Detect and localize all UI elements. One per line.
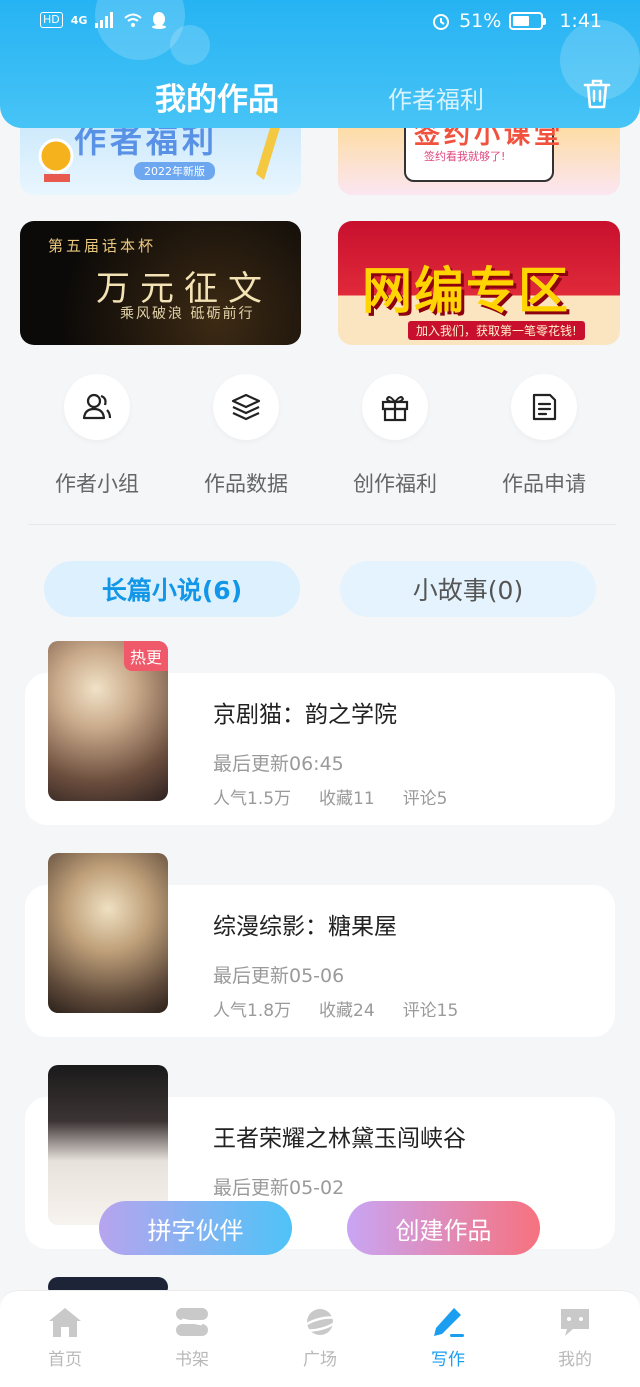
- banner-pretitle: 第五届话本杯: [48, 237, 157, 255]
- book-stats: 人气1.5万 收藏11 评论5: [213, 784, 448, 809]
- book-title: 王者荣耀之林黛玉闯峡谷: [213, 1126, 466, 1152]
- book-favorites: 收藏24: [319, 1001, 375, 1021]
- shortcut-label: 作者小组: [55, 472, 139, 496]
- shortcut-work-data[interactable]: 作品数据: [171, 370, 321, 498]
- tab-my-works[interactable]: 我的作品: [155, 74, 279, 119]
- banner-subtitle: 乘风破浪 砥砺前行: [120, 306, 255, 322]
- book-popularity: 人气1.5万: [213, 789, 292, 809]
- hd-badge: HD: [40, 12, 63, 28]
- shortcut-creation-benefits[interactable]: 创作福利: [320, 370, 470, 498]
- planet-icon: [302, 1309, 338, 1335]
- book-comments: 评论15: [402, 1001, 459, 1021]
- tab-mine[interactable]: 我的: [535, 1305, 615, 1370]
- tab-label: 我的: [558, 1350, 592, 1370]
- tab-label: 写作: [431, 1350, 465, 1370]
- layers-icon: [231, 393, 261, 421]
- book-updated: 最后更新06:45: [213, 753, 344, 775]
- clock: 1:41: [559, 10, 602, 32]
- alarm-clock-icon: [38, 138, 74, 182]
- tab-writing[interactable]: 写作: [408, 1305, 488, 1370]
- banner-subtitle: 加入我们，获取第一笔零花钱!: [408, 321, 585, 340]
- book-updated: 最后更新05-06: [213, 965, 345, 987]
- bottom-tab-bar: 首页 书架 广场 写作 我的: [0, 1290, 640, 1387]
- book-title: 京剧猫：韵之学院: [213, 702, 397, 728]
- book-updated: 最后更新05-02: [213, 1177, 345, 1199]
- writing-partner-button[interactable]: 拼字伙伴: [99, 1201, 292, 1255]
- tab-label: 首页: [48, 1350, 82, 1370]
- book-cover[interactable]: 热更: [48, 641, 168, 801]
- book-title: 综漫综影：糖果屋: [213, 914, 397, 940]
- tab-label: 书架: [175, 1350, 209, 1370]
- banner-editor-zone[interactable]: 网编专区 加入我们，获取第一笔零花钱!: [338, 221, 620, 345]
- battery-icon: [509, 12, 547, 30]
- book-favorites: 收藏11: [319, 789, 375, 809]
- shortcut-label: 创作福利: [353, 472, 437, 496]
- tab-author-benefits[interactable]: 作者福利: [388, 80, 484, 115]
- banner-essay-contest[interactable]: 第五届话本杯 万元征文 乘风破浪 砥砺前行: [20, 221, 301, 345]
- shortcut-label: 作品数据: [204, 472, 288, 496]
- wifi-icon: [124, 13, 143, 27]
- top-header: HD 4G 51% 1:41 我的作品 作者福利: [0, 0, 640, 128]
- banner-title: 网编专区: [362, 262, 570, 320]
- tab-plaza[interactable]: 广场: [280, 1305, 360, 1370]
- book-stats: 人气1.8万 收藏24 评论15: [213, 996, 458, 1021]
- status-bar: HD 4G 51% 1:41: [0, 0, 640, 44]
- bookshelf-icon: [176, 1308, 208, 1336]
- book-popularity: 人气1.8万: [213, 1001, 292, 1021]
- document-icon: [532, 393, 557, 421]
- home-icon: [49, 1308, 81, 1337]
- banner-subtitle: 2022年新版: [134, 162, 215, 180]
- create-work-button[interactable]: 创建作品: [347, 1201, 540, 1255]
- shortcut-row: 作者小组 作品数据 创作福利 作品申请: [20, 370, 620, 500]
- chat-icon: [561, 1309, 589, 1336]
- category-short-story[interactable]: 小故事(0): [340, 561, 596, 617]
- network-label: 4G: [70, 13, 88, 27]
- signal-icon: [95, 12, 114, 28]
- shortcut-label: 作品申请: [502, 472, 586, 496]
- shortcut-work-application[interactable]: 作品申请: [469, 370, 619, 498]
- alarm-icon: [433, 14, 450, 30]
- shortcut-author-group[interactable]: 作者小组: [22, 370, 172, 498]
- gift-icon: [381, 396, 409, 422]
- book-comments: 评论5: [402, 789, 448, 809]
- battery-percent: 51%: [459, 10, 502, 32]
- banner-subtitle: 签约看我就够了!: [424, 150, 506, 163]
- trash-icon[interactable]: [582, 78, 612, 110]
- hot-badge: 热更: [123, 641, 168, 671]
- divider: [28, 524, 616, 525]
- pen-icon: [434, 1308, 464, 1337]
- category-long-novel[interactable]: 长篇小说(6): [44, 561, 300, 617]
- users-icon: [82, 393, 112, 420]
- book-cover[interactable]: [48, 853, 168, 1013]
- tab-bookshelf[interactable]: 书架: [152, 1305, 232, 1370]
- qq-icon: [152, 12, 167, 29]
- tab-label: 广场: [303, 1350, 337, 1370]
- tab-home[interactable]: 首页: [25, 1305, 105, 1370]
